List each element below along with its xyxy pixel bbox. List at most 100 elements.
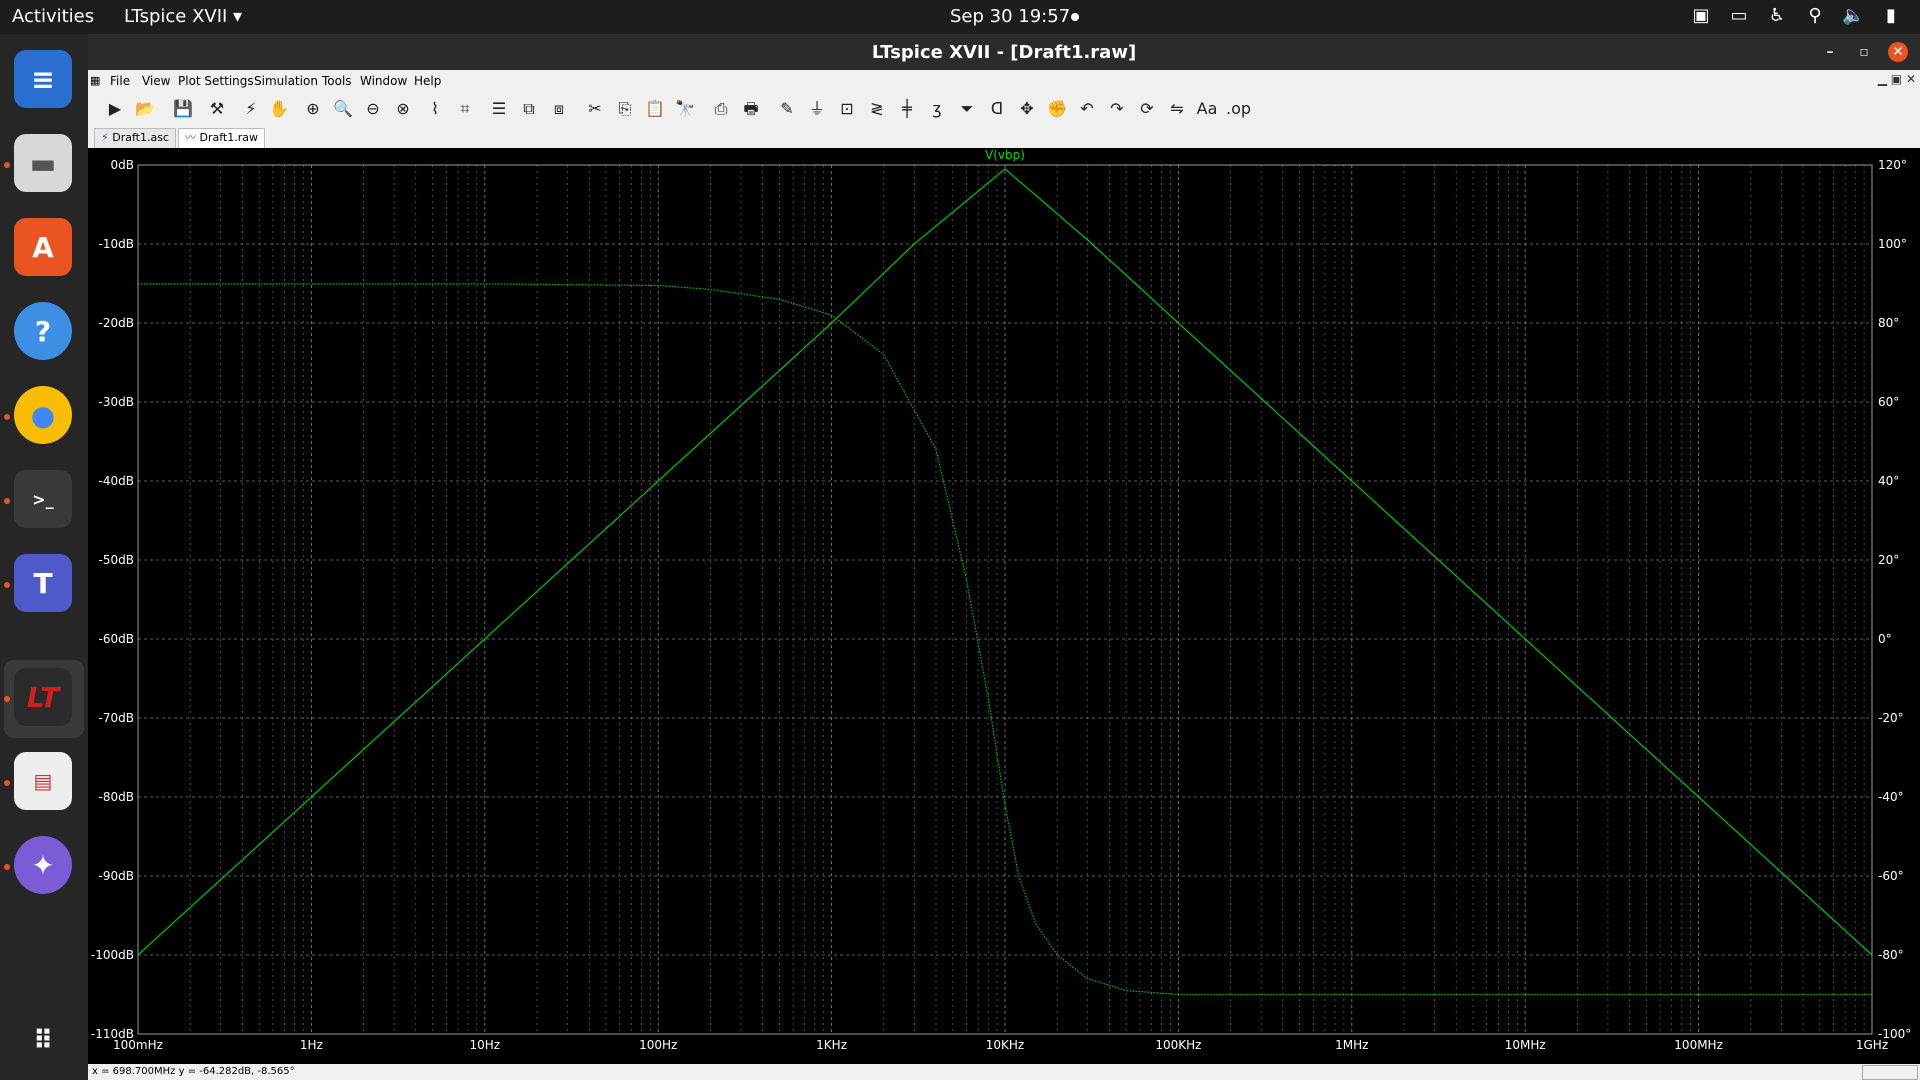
zoom-in-icon[interactable]: ⊕ <box>302 98 324 120</box>
notification-dot <box>1071 13 1079 21</box>
y-right-tick-label: 80° <box>1878 316 1899 330</box>
autorange-icon[interactable]: ⌇ <box>424 98 446 120</box>
volume-icon[interactable]: 🔈 <box>1842 5 1864 26</box>
cascade-icon[interactable]: ⧈ <box>548 98 570 120</box>
x-tick-label: 1Hz <box>300 1038 323 1052</box>
move-icon[interactable]: ✥ <box>1016 98 1038 120</box>
spice-directive-icon[interactable]: .op <box>1226 98 1251 120</box>
teams-tray-icon[interactable]: ▣ <box>1690 5 1712 26</box>
y-right-tick-label: -20° <box>1878 711 1904 725</box>
halt-icon[interactable]: ✋ <box>268 98 290 120</box>
accessibility-icon[interactable]: ♿ <box>1766 5 1788 26</box>
y-right-tick-label: 0° <box>1878 632 1892 646</box>
y-right-tick-label: 60° <box>1878 395 1899 409</box>
window-titlebar[interactable]: LTspice XVII - [Draft1.raw] – ▫ ✕ <box>88 34 1920 70</box>
axis-ticks: 0dB 120° -10dB 100° -20dB 80° -30dB 60° -40dB 40°… <box>91 158 1911 1052</box>
x-tick-label: 1KHz <box>816 1038 847 1052</box>
schematic-icon: ⚡ <box>101 131 109 144</box>
ltspice-icon[interactable]: LT <box>14 668 72 726</box>
close-icon[interactable]: ✕ <box>1888 42 1908 62</box>
running-indicator <box>4 780 10 786</box>
open-icon[interactable]: 📂 <box>134 98 156 120</box>
label-net-icon[interactable]: ⊡ <box>836 98 858 120</box>
cursor-readout: x = 698.700MHz y = -64.282dB, -8.565° <box>92 1066 295 1077</box>
network-icon[interactable]: ⚲ <box>1804 5 1826 26</box>
x-tick-label: 1GHz <box>1856 1038 1888 1052</box>
menu-file[interactable]: File <box>110 74 130 88</box>
menu-tools[interactable]: Tools <box>322 74 352 88</box>
undo-icon[interactable]: ↶ <box>1076 98 1098 120</box>
run-sim-icon[interactable]: ⚡ <box>240 98 262 120</box>
maximize-icon[interactable]: ▫ <box>1854 42 1874 62</box>
y-left-tick-label: -60dB <box>99 632 134 646</box>
tile-horizontal-icon[interactable]: ☰ <box>488 98 510 120</box>
network-app-icon[interactable]: ✦ <box>14 836 72 894</box>
trace-label[interactable]: V(vbp) <box>985 148 1025 162</box>
document-viewer-icon[interactable]: ▤ <box>14 752 72 810</box>
run-icon[interactable]: ▶ <box>104 98 126 120</box>
mdi-controls[interactable]: ▁ ▣ ✕ <box>1878 72 1916 86</box>
app-menu-icon[interactable]: ▦ <box>90 74 100 87</box>
y-left-tick-label: 0dB <box>111 158 134 172</box>
y-right-tick-label: 40° <box>1878 474 1899 488</box>
cut-icon[interactable]: ✂ <box>584 98 606 120</box>
mirror-icon[interactable]: ⇋ <box>1166 98 1188 120</box>
minimize-icon[interactable]: – <box>1820 42 1840 62</box>
diode-icon[interactable]: ⏷ <box>956 98 978 120</box>
chrome-icon[interactable]: ● <box>14 386 72 444</box>
copy-icon[interactable]: ⎘ <box>614 98 636 120</box>
print-icon[interactable]: ⎙ <box>710 98 732 120</box>
activities-button[interactable]: Activities <box>12 6 94 27</box>
x-tick-label: 1MHz <box>1335 1038 1368 1052</box>
status-bar: x = 698.700MHz y = -64.282dB, -8.565° <box>88 1064 1920 1080</box>
zoom-pan-icon[interactable]: 🔍 <box>332 98 354 120</box>
x-tick-label: 100KHz <box>1155 1038 1201 1052</box>
paste-icon[interactable]: 📋 <box>644 98 666 120</box>
control-panel-icon[interactable]: ⚒ <box>206 98 228 120</box>
tab-draft1-asc[interactable]: ⚡ Draft1.asc <box>94 128 176 148</box>
text-icon[interactable]: Aa <box>1196 98 1218 120</box>
component-icon[interactable]: ᗡ <box>986 98 1008 120</box>
y-left-tick-label: -20dB <box>99 316 134 330</box>
redo-icon[interactable]: ↷ <box>1106 98 1128 120</box>
inductor-icon[interactable]: ʒ <box>926 98 948 120</box>
menu-simulation[interactable]: Simulation <box>254 74 318 88</box>
save-icon[interactable]: 💾 <box>172 98 194 120</box>
wire-icon[interactable]: ✎ <box>776 98 798 120</box>
tab-draft1-raw[interactable]: 〰 Draft1.raw <box>178 128 265 148</box>
help-icon[interactable]: ? <box>14 302 72 360</box>
find-icon[interactable]: 🔭 <box>674 98 696 120</box>
drive-icon[interactable]: ▭ <box>1728 5 1750 26</box>
resistor-icon[interactable]: ≷ <box>866 98 888 120</box>
bode-plot[interactable]: 0dB 120° -10dB 100° -20dB 80° -30dB 60° -40dB 40°… <box>88 148 1920 1064</box>
mark-icon[interactable]: ⌗ <box>454 98 476 120</box>
files-icon[interactable]: ▬ <box>14 134 72 192</box>
y-left-tick-label: -100dB <box>91 948 134 962</box>
terminal-icon[interactable]: >_ <box>14 470 72 528</box>
software-center-icon[interactable]: A <box>14 218 72 276</box>
tile-vertical-icon[interactable]: ⧉ <box>518 98 540 120</box>
libreoffice-writer-icon[interactable]: ≡ <box>14 50 72 108</box>
battery-icon[interactable]: ▮ <box>1880 5 1902 26</box>
y-left-tick-label: -40dB <box>99 474 134 488</box>
zoom-out-icon[interactable]: ⊖ <box>362 98 384 120</box>
ground-icon[interactable]: ⏚ <box>806 98 828 120</box>
drag-icon[interactable]: ✊ <box>1046 98 1068 120</box>
waveform-plot-pane[interactable]: 0dB 120° -10dB 100° -20dB 80° -30dB 60° -40dB 40°… <box>88 148 1920 1064</box>
x-tick-label: 100Hz <box>639 1038 677 1052</box>
show-apps-icon[interactable]: ⠿ <box>14 1012 72 1070</box>
menu-view[interactable]: View <box>142 74 170 88</box>
rotate-icon[interactable]: ⟳ <box>1136 98 1158 120</box>
system-tray[interactable]: ▣ ▭ ♿ ⚲ 🔈 ▮ <box>1690 5 1902 26</box>
dock: ≡ ▬ A ? ● >_ T LT ▤ ✦ ⠿ <box>0 34 88 1080</box>
menu-help[interactable]: Help <box>414 74 441 88</box>
app-menu[interactable]: LTspice XVII ▾ <box>124 6 242 27</box>
menu-window[interactable]: Window <box>360 74 407 88</box>
x-tick-label: 10KHz <box>986 1038 1024 1052</box>
clock[interactable]: Sep 30 19:57 <box>950 6 1070 27</box>
print-setup-icon[interactable]: 🖶 <box>740 98 762 120</box>
menu-plot-settings[interactable]: Plot Settings <box>178 74 254 88</box>
teams-icon[interactable]: T <box>14 554 72 612</box>
zoom-fit-icon[interactable]: ⊗ <box>392 98 414 120</box>
capacitor-icon[interactable]: ╪ <box>896 98 918 120</box>
